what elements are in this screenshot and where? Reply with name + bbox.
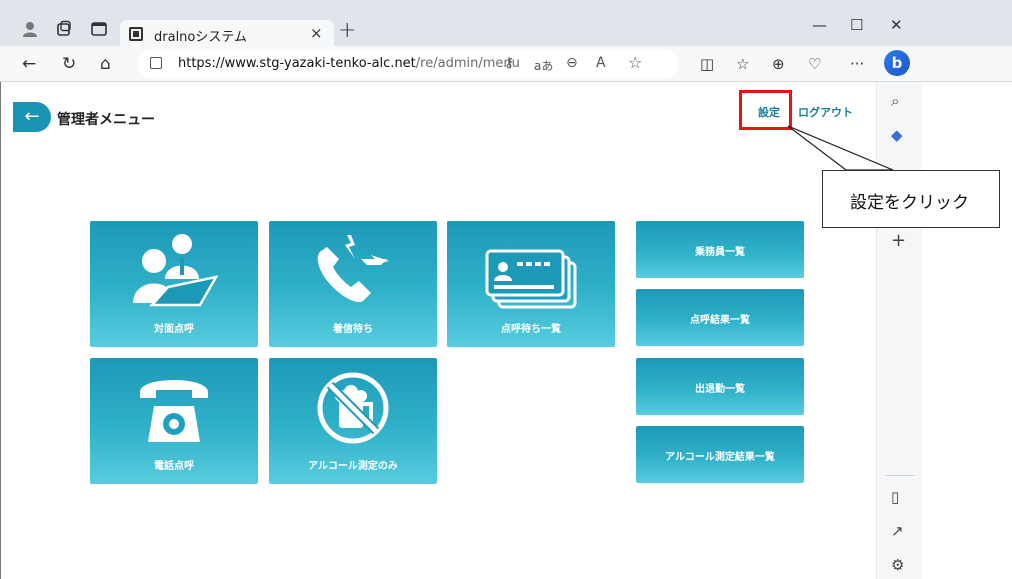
favorites-icon[interactable]: ☆	[736, 55, 749, 73]
tab-title: dralnoシステム	[154, 30, 247, 45]
tile-label: 対面点呼	[154, 324, 194, 335]
tile-attendance-list[interactable]: 出退勤一覧	[636, 358, 804, 415]
refresh-icon[interactable]: ↻	[62, 54, 76, 74]
right-margin	[922, 82, 1012, 579]
split-screen-icon[interactable]: ◫	[700, 55, 714, 73]
tile-incoming-call[interactable]: 着信待ち	[269, 221, 437, 347]
lock-icon	[150, 57, 162, 69]
close-window-button[interactable]: ✕	[890, 16, 903, 34]
tile-alcohol-results-list[interactable]: アルコール測定結果一覧	[636, 426, 804, 483]
tile-label: 着信待ち	[333, 324, 373, 335]
shopping-tag-icon[interactable]: ◆	[891, 126, 903, 144]
sidebar-divider	[885, 475, 915, 476]
instruction-callout: 設定をクリック	[822, 170, 1000, 228]
url-text: https://www.stg-yazaki-tenko-alc.net/re/…	[178, 56, 520, 71]
tab-actions-icon[interactable]	[90, 20, 108, 38]
telephone-icon	[140, 380, 208, 442]
read-aloud-icon[interactable]: A	[596, 55, 606, 71]
tile-alcohol-test-only[interactable]: アルコール測定のみ	[269, 358, 437, 484]
translate-button[interactable]: aあ	[534, 57, 553, 74]
back-arrow-icon[interactable]: ←	[22, 54, 36, 74]
browser-tab[interactable]: dralnoシステム ×	[120, 20, 334, 48]
page-back-button[interactable]: ←	[13, 102, 51, 132]
browser-essentials-icon[interactable]: ♡	[808, 55, 821, 73]
tile-crew-list[interactable]: 乗務員一覧	[636, 221, 804, 278]
tile-label: 出退勤一覧	[695, 384, 745, 395]
key-icon[interactable]: ⚷	[504, 55, 514, 71]
hide-sidebar-icon[interactable]: ▯	[891, 488, 899, 506]
address-bar[interactable]: https://www.stg-yazaki-tenko-alc.net/re/…	[138, 50, 678, 78]
profile-icon[interactable]	[21, 20, 39, 38]
tile-label: 点呼待ち一覧	[501, 324, 561, 335]
copilot-icon[interactable]: b	[884, 50, 910, 76]
add-sidebar-app-icon[interactable]: +	[891, 230, 906, 251]
callout-text: 設定をクリック	[850, 193, 969, 213]
search-icon[interactable]: ⌕	[891, 92, 899, 110]
maximize-button[interactable]: ☐	[850, 16, 863, 34]
minimize-button[interactable]: —	[812, 16, 827, 34]
tile-rollcall-waiting-list[interactable]: 点呼待ち一覧	[447, 221, 615, 347]
tile-label: 乗務員一覧	[695, 247, 745, 258]
tile-label: アルコール測定結果一覧	[665, 452, 775, 463]
external-link-icon[interactable]: ↗	[891, 522, 904, 540]
page-title: 管理者メニュー	[57, 112, 155, 128]
logout-link[interactable]: ログアウト	[798, 104, 853, 120]
settings-highlight-box	[739, 90, 792, 130]
person-desk-icon	[133, 234, 219, 307]
browser-titlebar: dralnoシステム × + — ☐ ✕	[0, 0, 1012, 48]
tile-label: 点呼結果一覧	[690, 315, 750, 326]
home-icon[interactable]: ⌂	[100, 54, 111, 74]
tile-label: アルコール測定のみ	[308, 461, 398, 472]
new-tab-button[interactable]: +	[338, 18, 356, 43]
zoom-icon[interactable]: ⊖	[566, 55, 578, 71]
page-content: ← 管理者メニュー 設定 ログアウト 対面点呼 着信待ち 点呼待ち一覧 電話点呼…	[0, 82, 876, 579]
tile-rollcall-results-list[interactable]: 点呼結果一覧	[636, 289, 804, 346]
edge-sidebar: ⌕ ◆ + ▯ ↗ ⚙	[876, 82, 922, 579]
tile-phone-rollcall[interactable]: 電話点呼	[90, 358, 258, 484]
favorite-star-icon[interactable]: ☆	[628, 53, 642, 72]
id-cards-icon	[485, 249, 577, 309]
incoming-call-icon	[317, 235, 389, 303]
browser-toolbar: ← ↻ ⌂ https://www.stg-yazaki-tenko-alc.n…	[0, 46, 1012, 82]
collections-tabs-icon[interactable]	[55, 20, 73, 38]
collections-icon[interactable]: ⊕	[772, 55, 785, 73]
tile-face-to-face-rollcall[interactable]: 対面点呼	[90, 221, 258, 347]
tile-label: 電話点呼	[154, 461, 194, 472]
sidebar-settings-gear-icon[interactable]: ⚙	[891, 556, 904, 574]
more-menu-icon[interactable]: ···	[850, 55, 864, 73]
no-drinking-icon	[317, 372, 389, 444]
tab-close-icon[interactable]: ×	[310, 24, 323, 42]
site-favicon-icon	[129, 27, 143, 41]
